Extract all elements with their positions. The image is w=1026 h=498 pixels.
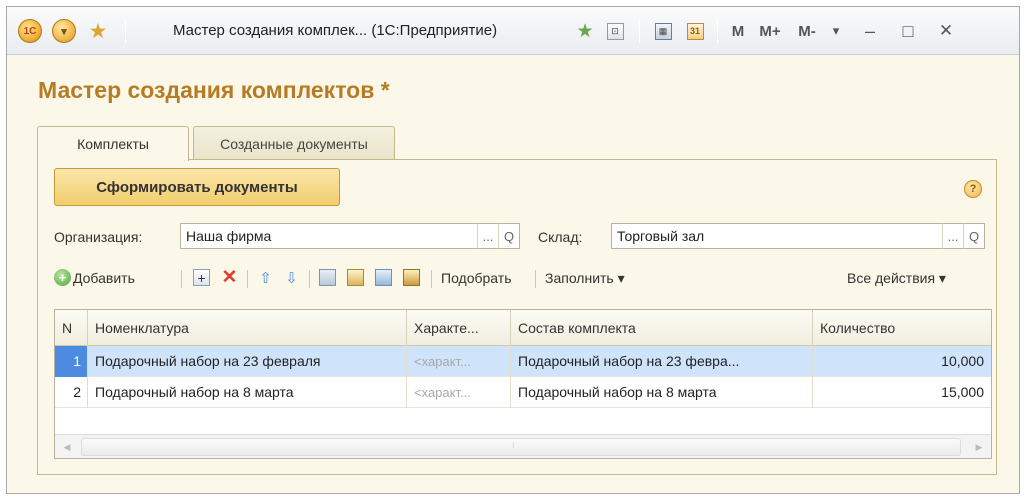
paste-list-icon[interactable] <box>403 269 420 286</box>
scroll-right-icon[interactable]: ▶ <box>967 435 991 459</box>
close-button[interactable]: ✕ <box>929 7 963 55</box>
paste-icon[interactable] <box>347 269 364 286</box>
fill-button[interactable]: Заполнить ▾ <box>545 265 625 291</box>
favorites-button[interactable]: ★ <box>85 7 111 55</box>
add-to-favorites-button[interactable]: ★ <box>573 7 597 55</box>
favorite-star-icon: ★ <box>576 20 594 42</box>
cell-item[interactable]: Подарочный набор на 8 марта <box>88 377 407 408</box>
memory-plus-button[interactable]: M+ <box>755 7 785 55</box>
cell-characteristic[interactable]: <характ... <box>407 346 511 377</box>
help-icon[interactable]: ? <box>964 180 982 198</box>
organization-label: Организация: <box>54 229 143 245</box>
scrollbar-thumb[interactable]: ⁝ <box>81 438 961 456</box>
kits-table: N Номенклатура Характе... Состав комплек… <box>54 309 992 459</box>
logo-1c-icon: 1С <box>18 19 42 43</box>
memory-minus-button[interactable]: M- <box>793 7 821 55</box>
form-title: Мастер создания комплектов * <box>38 77 390 103</box>
link-button[interactable]: ⊡ <box>603 7 627 55</box>
column-header-n[interactable]: N <box>55 310 88 346</box>
tab-kits[interactable]: Комплекты <box>37 126 189 161</box>
warehouse-label: Склад: <box>538 229 583 245</box>
cell-kit[interactable]: Подарочный набор на 8 марта <box>511 377 813 408</box>
tab-created-documents[interactable]: Созданные документы <box>193 126 395 160</box>
document-icon[interactable] <box>319 269 336 286</box>
toolbar-divider <box>639 19 640 43</box>
cell-item[interactable]: Подарочный набор на 23 февраля <box>88 346 407 377</box>
organization-field[interactable]: Наша фирма <box>180 223 478 249</box>
command-divider <box>181 270 182 288</box>
table-header: N Номенклатура Характе... Состав комплек… <box>55 310 991 346</box>
calendar-button[interactable]: 31 <box>683 7 707 55</box>
minimize-button[interactable]: – <box>853 7 887 55</box>
move-up-icon[interactable]: ⇧ <box>257 269 274 287</box>
link-icon: ⊡ <box>606 22 624 40</box>
calculator-button[interactable]: ▦ <box>651 7 675 55</box>
warehouse-field[interactable]: Торговый зал <box>611 223 943 249</box>
star-icon: ★ <box>88 19 108 43</box>
cell-n: 2 <box>55 377 88 408</box>
table-row[interactable]: 2 Подарочный набор на 8 марта <характ...… <box>55 377 991 408</box>
calendar-icon: 31 <box>686 22 704 40</box>
column-header-kit[interactable]: Состав комплекта <box>511 310 813 346</box>
move-down-icon[interactable]: ⇩ <box>283 269 300 287</box>
organization-search-icon[interactable]: Q <box>498 223 520 249</box>
add-button[interactable]: Добавить <box>73 265 135 291</box>
chevron-down-icon: ▾ <box>52 19 76 43</box>
scroll-left-icon[interactable]: ◀ <box>55 435 79 459</box>
generate-documents-button[interactable]: Сформировать документы <box>54 168 340 206</box>
pick-button[interactable]: Подобрать <box>441 265 512 291</box>
title-bar: 1С ▾ ★ Мастер создания комплек... (1С:Пр… <box>7 7 1019 55</box>
command-divider <box>309 270 310 288</box>
command-divider <box>431 270 432 288</box>
cell-kit[interactable]: Подарочный набор на 23 февра... <box>511 346 813 377</box>
warehouse-choose-button[interactable]: ... <box>942 223 964 249</box>
app-logo-icon[interactable]: 1С <box>17 7 43 55</box>
cell-quantity[interactable]: 10,000 <box>813 346 991 377</box>
column-header-quantity[interactable]: Количество <box>813 310 991 346</box>
app-window: 1С ▾ ★ Мастер создания комплек... (1С:Пр… <box>6 6 1020 494</box>
all-actions-button[interactable]: Все действия ▾ <box>847 265 946 291</box>
command-divider <box>535 270 536 288</box>
memory-button[interactable]: M <box>727 7 749 55</box>
warehouse-search-icon[interactable]: Q <box>963 223 985 249</box>
column-header-characteristic[interactable]: Характе... <box>407 310 511 346</box>
calculator-icon: ▦ <box>654 22 672 40</box>
copy-list-icon[interactable] <box>375 269 392 286</box>
cell-n: 1 <box>55 346 88 377</box>
cell-characteristic[interactable]: <характ... <box>407 377 511 408</box>
delete-icon[interactable]: ✕ <box>221 267 238 288</box>
window-menu-dropdown[interactable]: ▾ <box>827 7 845 55</box>
command-divider <box>247 270 248 288</box>
copy-row-icon[interactable]: + <box>193 269 210 286</box>
toolbar-divider <box>717 19 718 43</box>
column-header-item[interactable]: Номенклатура <box>88 310 407 346</box>
window-title: Мастер создания комплек... (1С:Предприят… <box>173 22 498 39</box>
horizontal-scrollbar[interactable]: ◀ ⁝ ▶ <box>55 434 991 458</box>
toolbar-divider <box>125 19 126 43</box>
cell-quantity[interactable]: 15,000 <box>813 377 991 408</box>
restore-button[interactable]: □ <box>891 7 925 55</box>
organization-choose-button[interactable]: ... <box>477 223 499 249</box>
main-menu-button[interactable]: ▾ <box>51 7 77 55</box>
table-row[interactable]: 1 Подарочный набор на 23 февраля <характ… <box>55 346 991 377</box>
grip-icon: ⁝ <box>512 441 515 450</box>
add-icon: + <box>54 269 71 286</box>
